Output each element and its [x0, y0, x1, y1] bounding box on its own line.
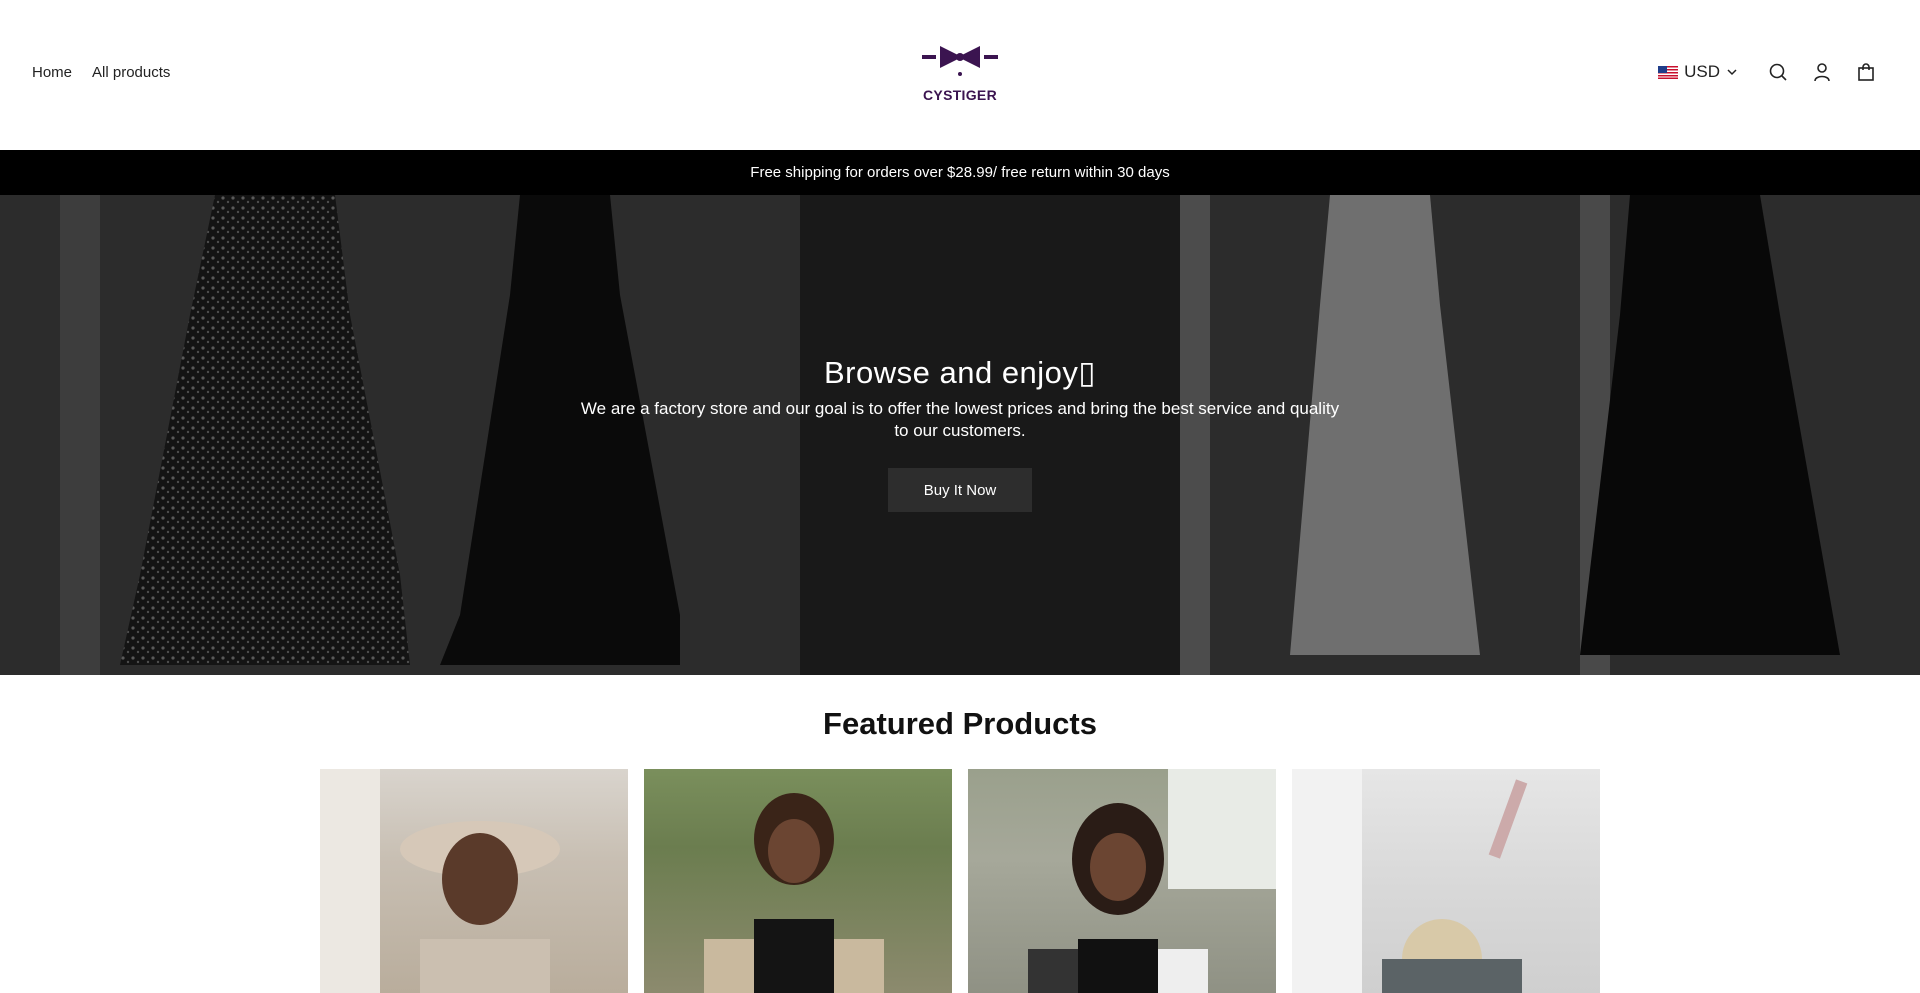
chevron-down-icon — [1727, 69, 1737, 76]
site-header: Home All products CYSTIGER USD — [0, 0, 1920, 150]
header-tools: USD — [1658, 62, 1876, 82]
account-icon[interactable] — [1812, 62, 1832, 82]
store-logo[interactable]: CYSTIGER — [920, 44, 1000, 103]
nav-all-products-link[interactable]: All products — [92, 64, 170, 81]
hero-description: We are a factory store and our goal is t… — [580, 399, 1340, 440]
cart-icon[interactable] — [1856, 62, 1876, 82]
main-nav: Home All products — [32, 64, 170, 81]
product-image — [704, 793, 884, 993]
search-icon[interactable] — [1768, 62, 1788, 82]
product-image — [1028, 769, 1276, 993]
bowtie-logo-icon — [922, 46, 998, 76]
currency-label: USD — [1684, 62, 1720, 81]
product-card[interactable] — [1292, 769, 1600, 993]
hero-banner: Browse and enjoy▯ We are a factory store… — [0, 195, 1920, 675]
hero-content: Browse and enjoy▯ We are a factory store… — [0, 195, 1920, 675]
us-flag-icon — [1658, 65, 1679, 79]
hero-title: Browse and enjoy▯ — [824, 355, 1096, 390]
buy-it-now-button[interactable]: Buy It Now — [888, 468, 1032, 512]
product-card[interactable] — [320, 769, 628, 993]
product-card[interactable] — [968, 769, 1276, 993]
featured-products-title: Featured Products — [823, 706, 1097, 741]
product-image — [320, 769, 560, 993]
announcement-text: Free shipping for orders over $28.99/ fr… — [750, 164, 1170, 181]
currency-selector[interactable]: USD — [1658, 62, 1738, 82]
featured-products-grid — [320, 769, 1600, 993]
product-card[interactable] — [644, 769, 952, 993]
product-image — [1292, 769, 1528, 993]
announcement-bar: Free shipping for orders over $28.99/ fr… — [0, 150, 1920, 195]
logo-text: CYSTIGER — [923, 87, 997, 103]
nav-home-link[interactable]: Home — [32, 64, 72, 81]
